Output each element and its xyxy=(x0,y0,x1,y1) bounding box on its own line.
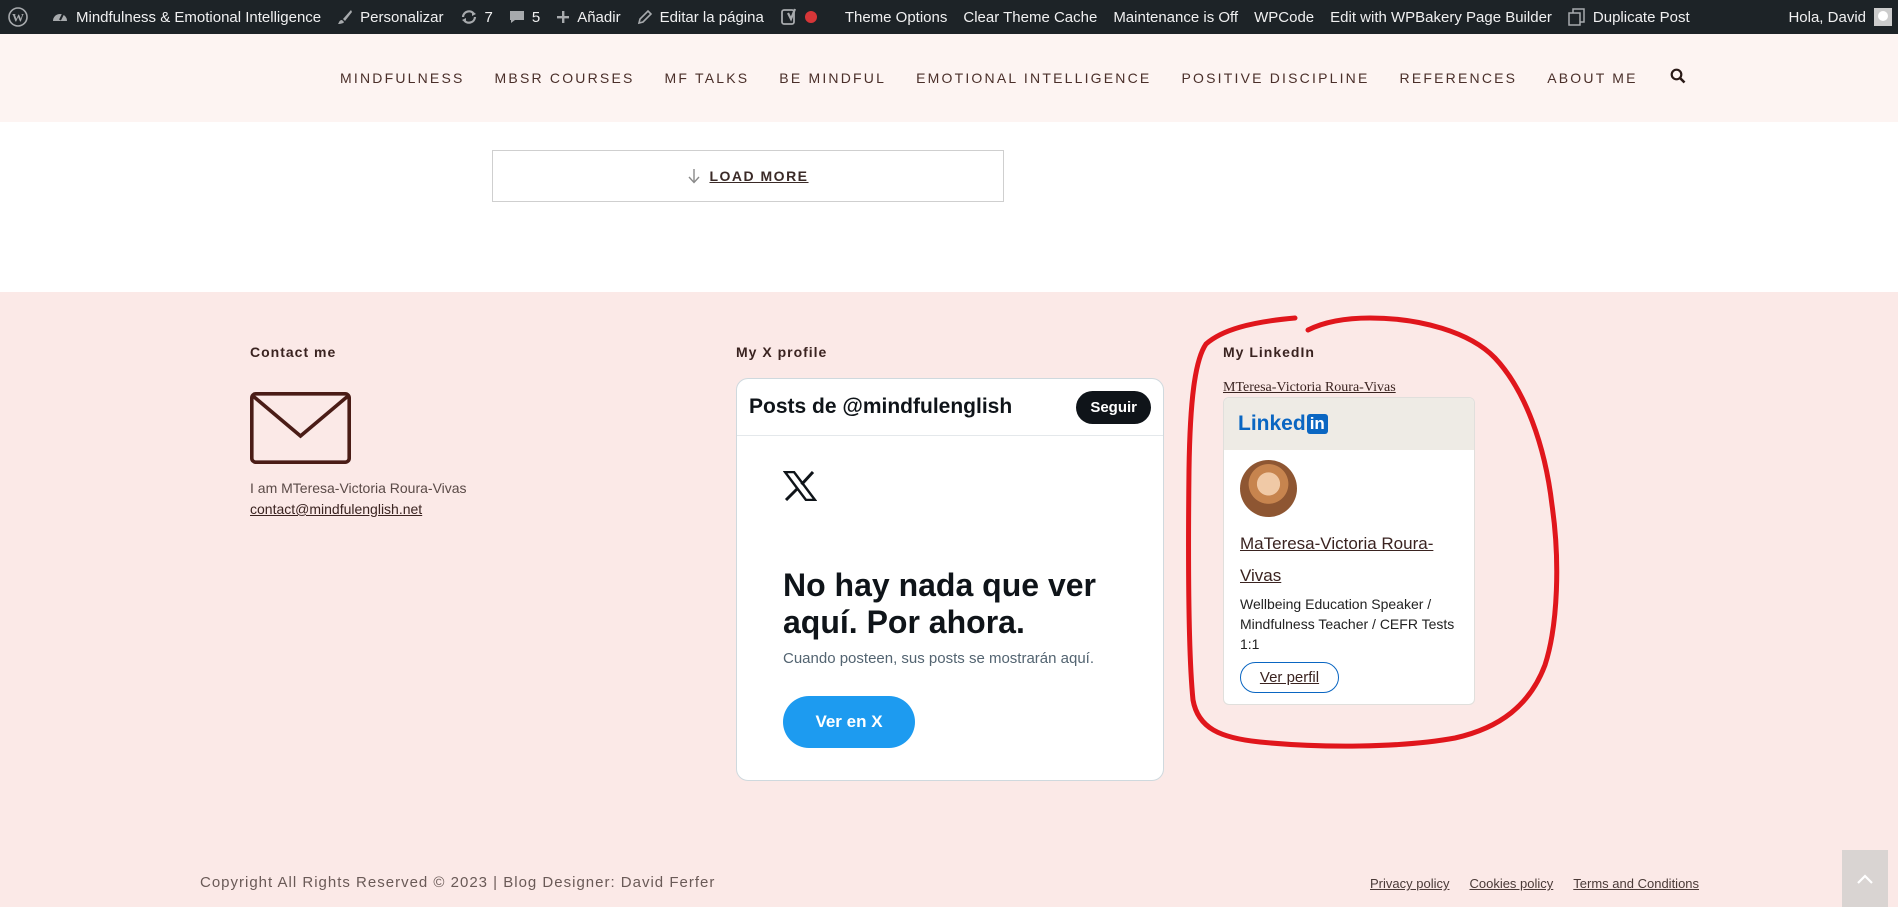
x-empty-subtitle: Cuando posteen, sus posts se mostrarán a… xyxy=(783,650,1095,667)
wordpress-logo-icon[interactable]: W xyxy=(0,0,43,34)
nav-item-positive-discipline[interactable]: POSITIVE DISCIPLINE xyxy=(1181,70,1369,86)
customize-label: Personalizar xyxy=(360,8,444,26)
linkedin-logo-in: in xyxy=(1306,414,1328,434)
updates-icon xyxy=(461,10,476,24)
admin-clear-cache[interactable]: Clear Theme Cache xyxy=(955,0,1105,34)
main-navigation: MINDFULNESS MBSR COURSES MF TALKS BE MIN… xyxy=(340,34,1686,122)
admin-site-name[interactable]: Mindfulness & Emotional Intelligence xyxy=(43,0,329,34)
arrow-down-icon xyxy=(688,169,700,184)
linkedin-widget-title: My LinkedIn xyxy=(1223,344,1315,360)
envelope-icon xyxy=(249,391,352,469)
admin-comments[interactable]: 5 xyxy=(501,0,548,34)
nav-item-mbsr-courses[interactable]: MBSR COURSES xyxy=(495,70,635,86)
cookies-policy-link[interactable]: Cookies policy xyxy=(1469,876,1553,891)
wpcode-label: WPCode xyxy=(1254,8,1315,26)
duplicate-icon xyxy=(1568,8,1585,26)
contact-email-link[interactable]: contact@mindfulenglish.net xyxy=(250,501,422,517)
user-avatar-icon xyxy=(1874,8,1892,26)
x-card-header: Posts de @mindfulenglish Seguir xyxy=(737,379,1163,436)
linkedin-person-name[interactable]: MaTeresa-Victoria Roura-Vivas xyxy=(1240,528,1450,592)
linkedin-logo-text: Linked xyxy=(1238,412,1306,435)
greeting-label: Hola, David xyxy=(1788,8,1866,26)
linkedin-logo: Linked in xyxy=(1224,398,1474,450)
brush-icon xyxy=(338,10,353,24)
nav-item-mf-talks[interactable]: MF TALKS xyxy=(665,70,750,86)
theme-options-label: Theme Options xyxy=(844,8,948,26)
nav-item-mindfulness[interactable]: MINDFULNESS xyxy=(340,70,465,86)
content-area: LOAD MORE xyxy=(0,122,1898,292)
linkedin-badge-card: Linked in MaTeresa-Victoria Roura-Vivas W… xyxy=(1223,397,1475,705)
site-name-label: Mindfulness & Emotional Intelligence xyxy=(76,8,322,26)
dashboard-icon xyxy=(53,13,67,21)
admin-wpcode[interactable]: WPCode xyxy=(1246,0,1322,34)
pencil-icon xyxy=(637,9,652,25)
copyright-text: Copyright All Rights Reserved © 2023 | B… xyxy=(200,874,716,891)
admin-wpbakery[interactable]: Edit with WPBakery Page Builder xyxy=(1322,0,1560,34)
contact-widget-title: Contact me xyxy=(250,344,337,360)
privacy-policy-link[interactable]: Privacy policy xyxy=(1370,876,1449,891)
terms-link[interactable]: Terms and Conditions xyxy=(1573,876,1699,891)
site-header: MINDFULNESS MBSR COURSES MF TALKS BE MIN… xyxy=(0,34,1898,122)
admin-yoast[interactable] xyxy=(772,0,837,34)
x-card-title[interactable]: Posts de @mindfulenglish xyxy=(749,395,1076,419)
seo-status-dot xyxy=(804,11,817,23)
admin-bar: W Mindfulness & Emotional Intelligence P… xyxy=(0,0,1898,34)
x-timeline-card: Posts de @mindfulenglish Seguir No hay n… xyxy=(736,378,1164,781)
maintenance-label: Maintenance is Off xyxy=(1113,8,1239,26)
linkedin-headline: Wellbeing Education Speaker / Mindfulnes… xyxy=(1240,596,1455,652)
admin-theme-options[interactable]: Theme Options xyxy=(837,0,956,34)
search-icon[interactable] xyxy=(1670,68,1686,89)
edit-page-label: Editar la página xyxy=(659,8,764,26)
load-more-button[interactable]: LOAD MORE xyxy=(492,150,1004,202)
comment-icon xyxy=(509,11,524,23)
x-logo-icon xyxy=(782,470,818,506)
add-new-label: Añadir xyxy=(577,8,621,26)
x-follow-button[interactable]: Seguir xyxy=(1076,390,1151,424)
contact-intro: I am MTeresa-Victoria Roura-Vivas xyxy=(250,480,467,496)
plus-icon xyxy=(557,11,570,23)
admin-edit-page[interactable]: Editar la página xyxy=(629,0,772,34)
view-profile-button[interactable]: Ver perfil xyxy=(1240,662,1339,693)
comments-count: 5 xyxy=(531,8,541,26)
back-to-top-button[interactable] xyxy=(1842,850,1888,907)
svg-text:W: W xyxy=(12,11,24,25)
admin-add-new[interactable]: Añadir xyxy=(548,0,628,34)
avatar[interactable] xyxy=(1240,460,1297,517)
x-widget-title: My X profile xyxy=(736,344,828,360)
admin-maintenance[interactable]: Maintenance is Off xyxy=(1105,0,1246,34)
updates-count: 7 xyxy=(484,8,493,26)
x-empty-title: No hay nada que ver aquí. Por ahora. xyxy=(783,567,1096,640)
admin-account[interactable]: Hola, David xyxy=(1788,8,1898,26)
nav-item-be-mindful[interactable]: BE MINDFUL xyxy=(779,70,886,86)
wpbakery-label: Edit with WPBakery Page Builder xyxy=(1330,8,1552,26)
view-on-x-button[interactable]: Ver en X xyxy=(783,696,915,748)
clear-cache-label: Clear Theme Cache xyxy=(963,8,1098,26)
load-more-label: LOAD MORE xyxy=(709,168,809,184)
footer-links: Privacy policy Cookies policy Terms and … xyxy=(1370,876,1719,891)
nav-item-about-me[interactable]: ABOUT ME xyxy=(1547,70,1637,86)
admin-customize[interactable]: Personalizar xyxy=(329,0,451,34)
admin-duplicate[interactable]: Duplicate Post xyxy=(1560,0,1698,34)
yoast-icon xyxy=(780,8,796,25)
chevron-up-icon xyxy=(1857,873,1873,884)
nav-item-references[interactable]: REFERENCES xyxy=(1400,70,1518,86)
duplicate-label: Duplicate Post xyxy=(1592,8,1690,26)
admin-updates[interactable]: 7 xyxy=(452,0,501,34)
nav-item-emotional-intelligence[interactable]: EMOTIONAL INTELLIGENCE xyxy=(916,70,1151,86)
linkedin-profile-link[interactable]: MTeresa-Victoria Roura-Vivas xyxy=(1223,380,1396,396)
